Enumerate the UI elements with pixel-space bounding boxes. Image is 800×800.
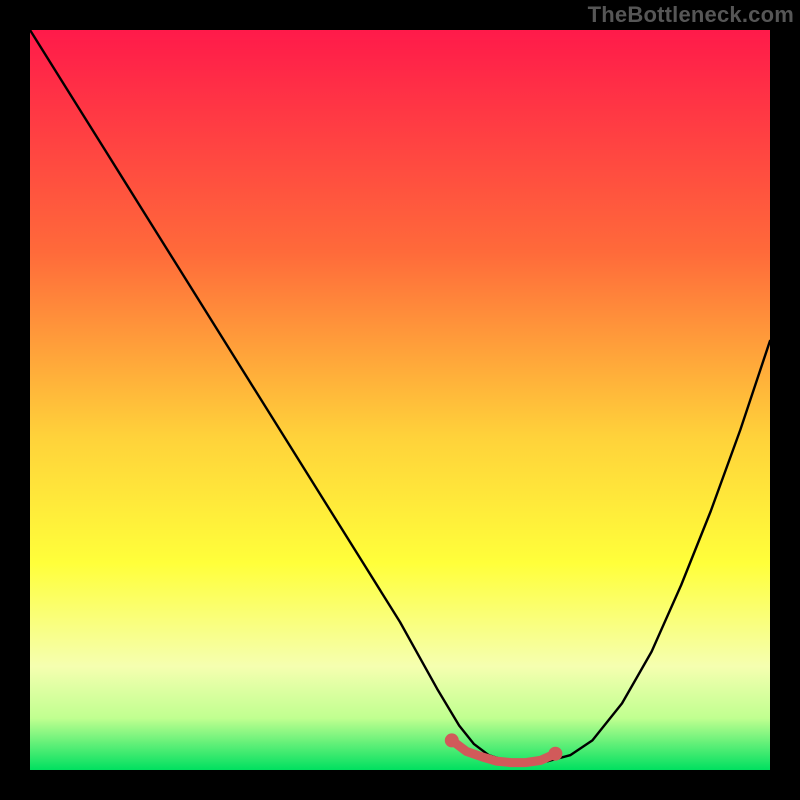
marker-dot: [548, 747, 562, 761]
watermark-text: TheBottleneck.com: [588, 2, 794, 28]
plot-area: [30, 30, 770, 770]
chart-frame: TheBottleneck.com: [0, 0, 800, 800]
gradient-background: [30, 30, 770, 770]
marker-dot: [445, 733, 459, 747]
chart-svg: [30, 30, 770, 770]
